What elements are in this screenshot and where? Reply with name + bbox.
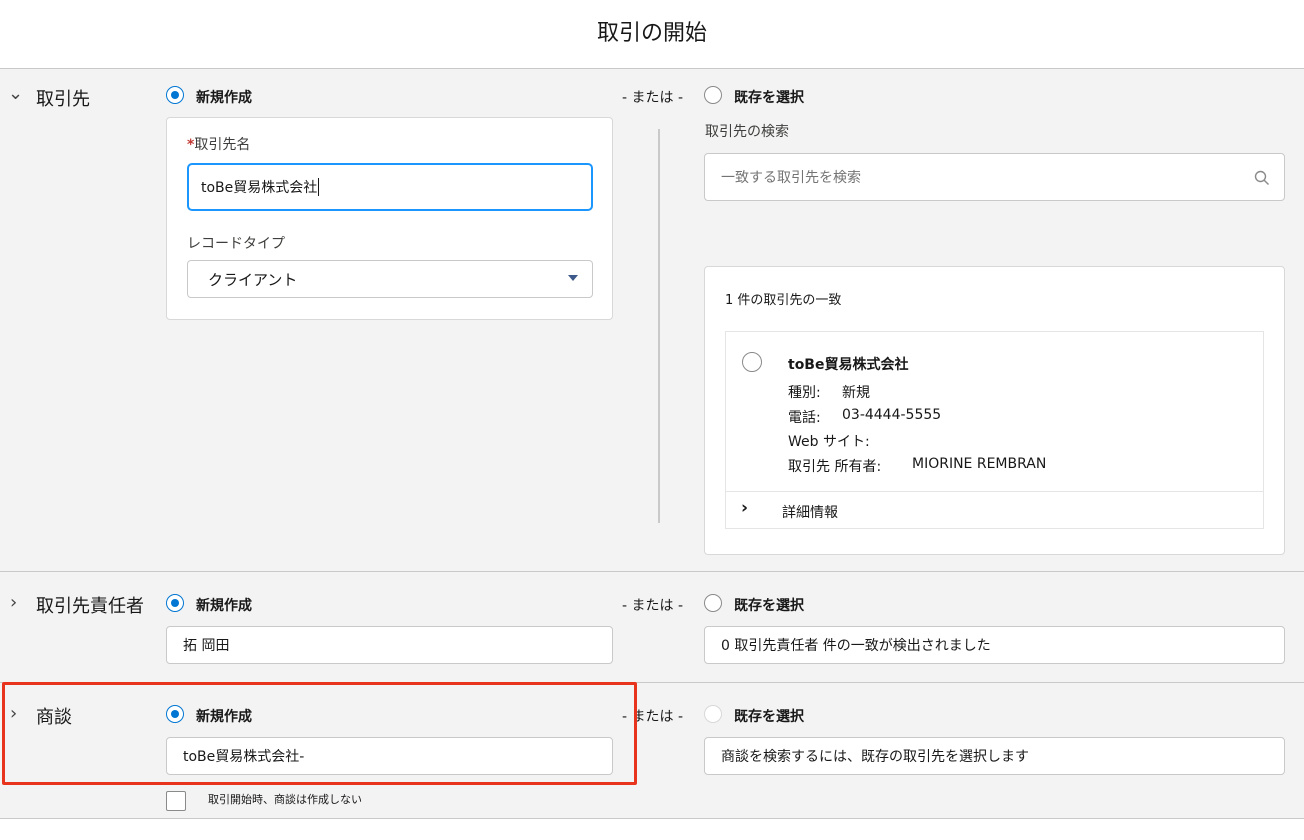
details-divider (726, 491, 1263, 492)
record-type-label: レコードタイプ (187, 236, 285, 252)
match-owner-label: 取引先 所有者: (788, 459, 882, 475)
account-search-placeholder: 一致する取引先を検索 (721, 170, 861, 186)
highlight-box (2, 682, 637, 785)
account-search-input[interactable]: 一致する取引先を検索 (704, 153, 1285, 201)
page-title: 取引の開始 (596, 21, 707, 46)
opportunity-existing-radio[interactable] (704, 705, 722, 723)
contact-section: › 取引先責任者 新規作成 - または - 既存を選択 拓 岡田 0 取引先責任… (0, 571, 1304, 682)
no-opportunity-label: 取引開始時、商談は作成しない (208, 793, 362, 806)
contact-new-label: 新規作成 (196, 598, 252, 614)
account-existing-radio[interactable] (704, 86, 722, 104)
vertical-divider (658, 129, 660, 523)
match-web-label: Web サイト: (788, 434, 870, 450)
match-phone-value: 03-4444-5555 (842, 407, 942, 423)
match-phone-label: 電話: (788, 410, 821, 426)
contact-match-box: 0 取引先責任者 件の一致が検出されました (704, 626, 1285, 664)
contact-name-input[interactable]: 拓 岡田 (166, 626, 613, 664)
chevron-down-icon[interactable]: ⌄ (8, 83, 23, 104)
search-icon[interactable] (1254, 170, 1270, 186)
contact-existing-radio[interactable] (704, 594, 722, 612)
match-select-radio[interactable] (742, 352, 762, 372)
contact-existing-label: 既存を選択 (734, 598, 804, 614)
match-account-name: toBe貿易株式会社 (788, 357, 909, 373)
match-details-link[interactable]: 詳細情報 (782, 502, 838, 522)
or-divider-text: - または - (622, 90, 684, 106)
opportunity-existing-label: 既存を選択 (734, 709, 804, 725)
contact-section-label: 取引先責任者 (36, 596, 144, 617)
account-new-label: 新規作成 (196, 90, 252, 106)
record-type-select[interactable]: クライアント (187, 260, 593, 298)
account-new-radio[interactable] (166, 86, 184, 104)
account-section: ⌄ 取引先 新規作成 - または - 既存を選択 *取引先名 toBe貿易株式会… (0, 68, 1304, 571)
match-result-tile: toBe貿易株式会社 種別: 新規 電話: 03-4444-5555 Web サ… (725, 331, 1264, 529)
new-account-card: *取引先名 toBe貿易株式会社 レコードタイプ クライアント (166, 117, 613, 320)
no-opportunity-checkbox[interactable] (166, 791, 186, 811)
account-name-input[interactable]: toBe貿易株式会社 (188, 164, 592, 210)
account-name-label: *取引先名 (187, 137, 251, 153)
chevron-right-icon[interactable]: › (10, 592, 17, 613)
account-search-label: 取引先の検索 (705, 124, 789, 140)
account-section-label: 取引先 (36, 89, 90, 110)
or-divider-text: - または - (622, 598, 684, 614)
account-match-card: 1 件の取引先の一致 toBe貿易株式会社 種別: 新規 電話: 03-4444… (704, 266, 1285, 555)
match-owner-value: MIORINE REMBRAN (912, 456, 1047, 472)
match-count-text: 1 件の取引先の一致 (725, 293, 842, 308)
account-existing-label: 既存を選択 (734, 90, 804, 106)
dropdown-arrow-icon (568, 275, 578, 281)
match-type-value: 新規 (842, 385, 870, 401)
text-cursor (318, 178, 320, 196)
contact-new-radio[interactable] (166, 594, 184, 612)
chevron-right-icon[interactable]: › (741, 498, 748, 518)
opportunity-search-box: 商談を検索するには、既存の取引先を選択します (704, 737, 1285, 775)
match-type-label: 種別: (788, 385, 821, 401)
